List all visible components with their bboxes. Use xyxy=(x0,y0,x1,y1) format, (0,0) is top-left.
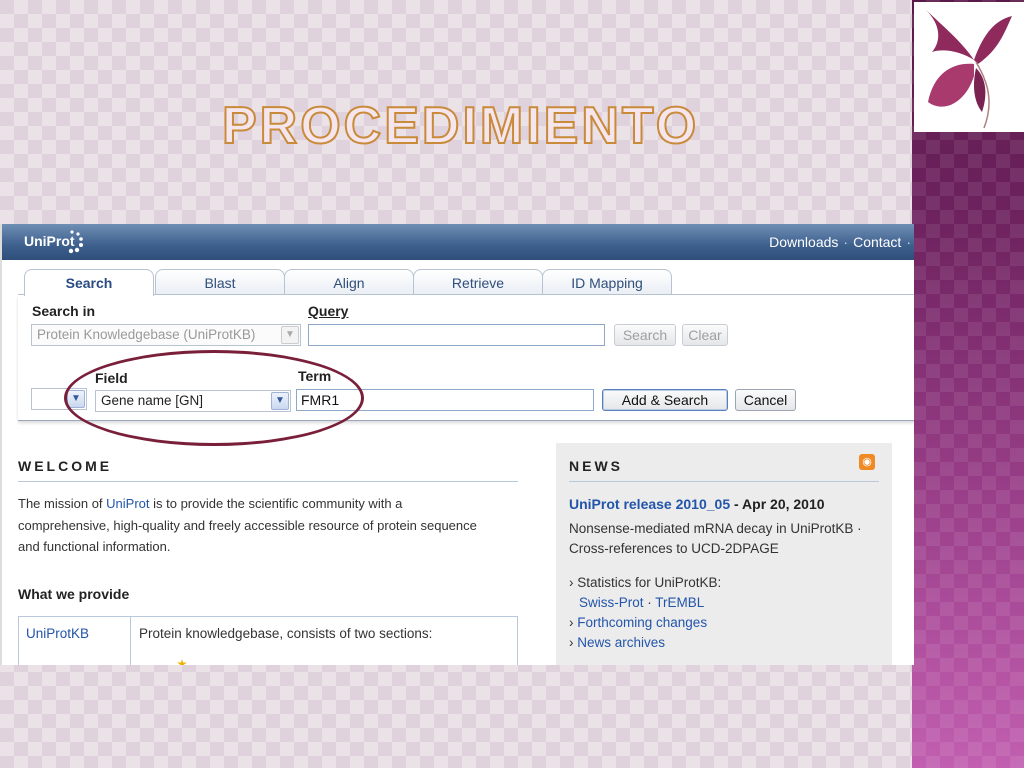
welcome-heading: WELCOME xyxy=(18,458,113,474)
uniprotkb-description: Protein knowledgebase, consists of two s… xyxy=(139,626,433,641)
clear-button[interactable]: Clear xyxy=(682,324,728,346)
what-we-provide-heading: What we provide xyxy=(18,586,130,602)
list-item: › Forthcoming changes xyxy=(569,613,721,633)
tab-search[interactable]: Search xyxy=(24,269,154,296)
add-search-button[interactable]: Add & Search xyxy=(602,389,728,411)
welcome-text-2: is to provide the scientific community w… xyxy=(149,496,403,511)
slide-title: Procedimiento xyxy=(221,96,700,156)
uniprot-dots-icon xyxy=(68,230,83,254)
term-label: Term xyxy=(298,368,332,384)
news-release-text: Nonsense-mediated mRNA decay in UniProtK… xyxy=(569,519,862,559)
cancel-button[interactable]: Cancel xyxy=(735,389,796,411)
list-item: › News archives xyxy=(569,633,721,653)
chevron-down-icon: ▼ xyxy=(281,326,299,344)
chevron-down-icon: ▼ xyxy=(67,390,85,408)
term-input[interactable]: FMR1 xyxy=(296,389,594,411)
trembl-link[interactable]: TrEMBL xyxy=(655,595,704,610)
release-line-2: Cross-references to UCD-2DPAGE xyxy=(569,541,779,556)
tab-retrieve[interactable]: Retrieve xyxy=(413,269,543,295)
tab-blast[interactable]: Blast xyxy=(155,269,285,295)
bullet: › xyxy=(569,615,578,630)
top-links: Downloads · Contact · xyxy=(769,234,914,250)
field-value: Gene name [GN] xyxy=(101,393,204,408)
welcome-text-1: The mission of xyxy=(18,496,107,511)
news-links: › Statistics for UniProtKB: Swiss-Prot ·… xyxy=(569,573,721,653)
chevron-down-icon: ▼ xyxy=(271,392,289,410)
search-in-select[interactable]: Protein Knowledgebase (UniProtKB) ▼ xyxy=(31,324,301,346)
news-release-title: UniProt release 2010_05 - Apr 20, 2010 xyxy=(569,496,825,512)
link-separator: · xyxy=(843,234,849,250)
search-button[interactable]: Search xyxy=(614,324,676,346)
news-box: NEWS ◉ UniProt release 2010_05 - Apr 20,… xyxy=(556,443,892,665)
stats-separator: · xyxy=(643,595,656,610)
uniprot-screenshot: UniProt Downloads · Contact · Search Blast … xyxy=(0,224,914,665)
downloads-link[interactable]: Downloads xyxy=(769,234,838,250)
query-label: Query xyxy=(308,303,349,319)
release-line-1: Nonsense-mediated mRNA decay in UniProtK… xyxy=(569,521,862,536)
release-date: - Apr 20, 2010 xyxy=(730,496,825,512)
butterfly-logo-icon xyxy=(926,10,1012,129)
provide-table: UniProtKB Protein knowledgebase, consist… xyxy=(18,616,518,665)
tab-align[interactable]: Align xyxy=(284,269,414,295)
stats-label: › Statistics for UniProtKB: xyxy=(569,575,722,590)
bullet: › xyxy=(569,635,578,650)
release-link[interactable]: UniProt release 2010_05 xyxy=(569,496,730,512)
search-in-label: Search in xyxy=(32,303,96,319)
table-row: UniProtKB xyxy=(19,617,131,665)
field-select[interactable]: Gene name [GN] ▼ xyxy=(95,390,291,412)
swissprot-link[interactable]: Swiss-Prot xyxy=(579,595,644,610)
news-divider xyxy=(569,481,879,482)
welcome-text-3: comprehensive, high-quality and freely a… xyxy=(18,517,477,533)
tab-id-mapping[interactable]: ID Mapping xyxy=(542,269,672,295)
news-archives-link[interactable]: News archives xyxy=(577,635,665,650)
contact-link[interactable]: Contact xyxy=(853,234,901,250)
butterfly-logo xyxy=(914,2,1024,132)
field-label: Field xyxy=(95,370,128,386)
query-input[interactable] xyxy=(308,324,605,346)
news-heading: NEWS xyxy=(569,458,623,474)
rss-icon[interactable]: ◉ xyxy=(859,454,875,470)
operator-select[interactable]: ▼ xyxy=(31,388,87,410)
uniprot-link[interactable]: UniProt xyxy=(106,496,149,511)
uniprotkb-link[interactable]: UniProtKB xyxy=(26,626,89,641)
star-icon xyxy=(177,659,187,665)
link-separator: · xyxy=(906,234,911,250)
search-in-value: Protein Knowledgebase (UniProtKB) xyxy=(37,327,256,342)
list-item: Swiss-Prot · TrEMBL xyxy=(569,593,721,613)
welcome-divider xyxy=(18,481,518,482)
uniprot-header-bar: UniProt Downloads · Contact · xyxy=(2,224,914,260)
search-panel: Search in Protein Knowledgebase (UniProt… xyxy=(18,295,914,421)
forthcoming-changes-link[interactable]: Forthcoming changes xyxy=(577,615,707,630)
welcome-text-4: and functional information. xyxy=(18,539,171,554)
welcome-text: The mission of UniProt is to provide the… xyxy=(18,493,477,558)
